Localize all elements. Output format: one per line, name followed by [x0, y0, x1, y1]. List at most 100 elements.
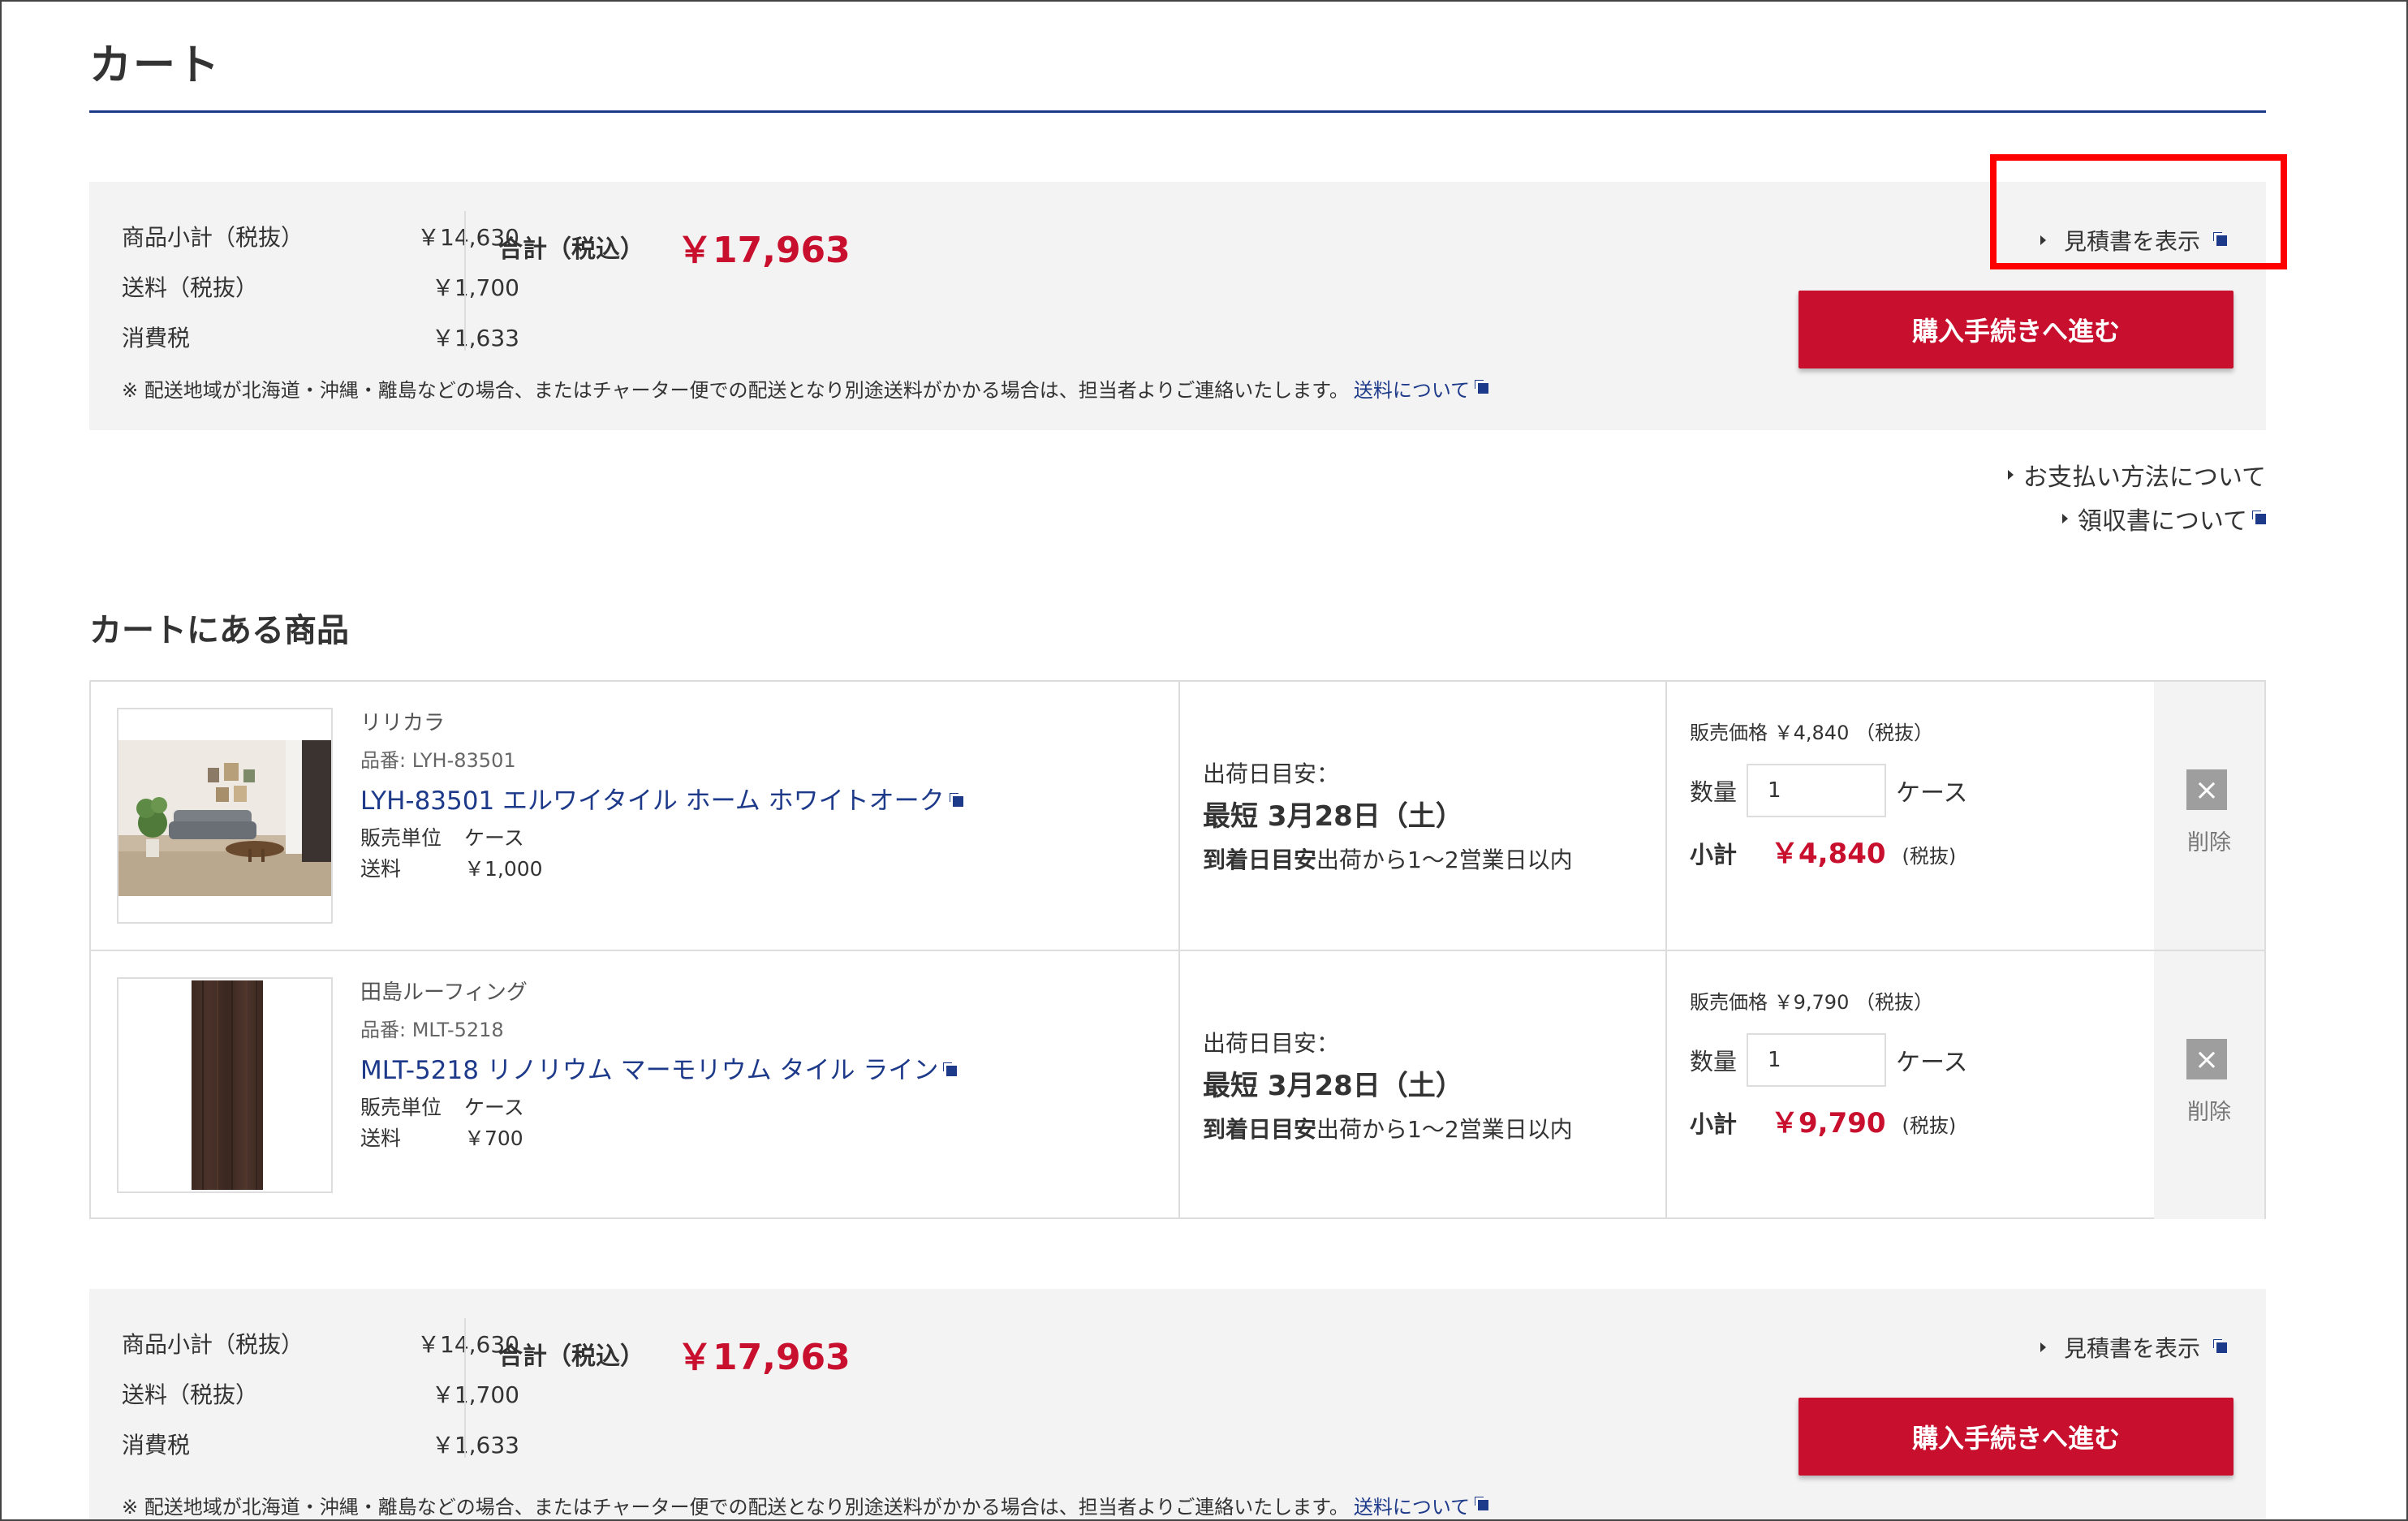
- external-window-icon: [2216, 1342, 2227, 1353]
- order-total: 合計（税込） ￥17,963: [498, 221, 851, 273]
- page-title: カート: [89, 41, 222, 90]
- product-image[interactable]: [117, 708, 333, 924]
- shipping-note: ※ 配送地域が北海道・沖縄・離島などの場合、またはチャーター便での配送となり別途…: [122, 1491, 1489, 1519]
- summary-label: 商品小計（税抜）: [122, 1331, 304, 1358]
- arrival-estimate: 到着日目安出荷から1〜2営業日以内: [1203, 838, 1573, 883]
- sales-unit: 販売単位 ケース: [360, 823, 963, 854]
- column-divider: [1665, 682, 1667, 950]
- checkout-button[interactable]: 購入手続きへ進む: [1798, 291, 2234, 368]
- living-room-photo: [118, 709, 331, 922]
- ship-estimate-label: 出荷日目安：: [1203, 760, 1340, 787]
- summary-breakdown: 商品小計（税抜） ￥14,630 送料（税抜） ￥1,700 消費税 ￥1,63…: [122, 1318, 519, 1469]
- sales-unit-label: 販売単位: [360, 1096, 442, 1119]
- external-window-icon: [946, 1065, 958, 1076]
- shipping-info-link[interactable]: 送料について: [1354, 374, 1470, 403]
- screenshot-frame: カート 商品小計（税抜） ￥14,630 送料（税抜） ￥1,700 消費税 ￥…: [0, 0, 2408, 1521]
- product-name-link[interactable]: LYH-83501 エルワイタイル ホーム ホワイトオーク: [360, 779, 963, 823]
- item-shipping: 送料 ￥1,000: [360, 854, 963, 885]
- quantity-unit: ケース: [1896, 1049, 1968, 1077]
- summary-row-shipping: 送料（税抜） ￥1,700: [122, 261, 519, 312]
- summary-value: ￥1,700: [431, 274, 519, 301]
- product-name: LYH-83501 エルワイタイル ホーム ホワイトオーク: [360, 786, 945, 816]
- product-name-link[interactable]: MLT-5218 リノリウム マーモリウム タイル ライン: [360, 1049, 958, 1092]
- order-summary-top: 商品小計（税抜） ￥14,630 送料（税抜） ￥1,700 消費税 ￥1,63…: [89, 182, 2266, 430]
- delete-button[interactable]: ×: [2186, 1039, 2227, 1079]
- sales-unit-value: ケース: [464, 826, 524, 850]
- shipping-note-text: ※ 配送地域が北海道・沖縄・離島などの場合、またはチャーター便での配送となり別途…: [122, 1496, 1349, 1519]
- delete-button[interactable]: ×: [2186, 769, 2227, 810]
- quantity-row: 数量 1 ケース: [1690, 1028, 1968, 1092]
- delete-label[interactable]: 削除: [2154, 825, 2264, 856]
- subtotal-tax-note: (税抜): [1902, 845, 1957, 868]
- delete-cell: × 削除: [2154, 951, 2264, 1219]
- external-window-icon: [1478, 383, 1489, 394]
- external-window-icon: [2255, 513, 2266, 524]
- item-subtotal: 小計 ￥9,790 (税抜): [1690, 1101, 1968, 1157]
- column-divider: [1178, 682, 1180, 950]
- column-divider: [1665, 951, 1667, 1219]
- product-image[interactable]: [117, 977, 333, 1193]
- summary-divider: [464, 211, 466, 351]
- checkout-button[interactable]: 購入手続きへ進む: [1798, 1398, 2234, 1476]
- product-info: リリカラ 品番: LYH-83501 LYH-83501 エルワイタイル ホーム…: [360, 704, 963, 885]
- product-brand: 田島ルーフィング: [360, 980, 528, 1005]
- arrival-estimate: 到着日目安出荷から1〜2営業日以内: [1203, 1107, 1573, 1153]
- summary-row-shipping: 送料（税抜） ￥1,700: [122, 1368, 519, 1419]
- summary-value: ￥1,633: [431, 1432, 519, 1459]
- close-icon: ×: [2194, 1042, 2220, 1076]
- view-quote-label: 見積書を表示: [2063, 1335, 2200, 1362]
- summary-row-tax: 消費税 ￥1,633: [122, 312, 519, 362]
- summary-divider: [464, 1318, 466, 1458]
- external-window-icon: [1478, 1500, 1489, 1510]
- cart-item: 田島ルーフィング 品番: MLT-5218 MLT-5218 リノリウム マーモ…: [91, 950, 2264, 1219]
- sales-unit: 販売単位 ケース: [360, 1092, 957, 1123]
- item-shipping-value: ￥700: [464, 1127, 523, 1150]
- receipt-info-label: 領収書について: [2077, 507, 2247, 536]
- quantity-label: 数量: [1690, 1048, 1738, 1075]
- shipping-info-link[interactable]: 送料について: [1354, 1491, 1470, 1519]
- triangle-bullet-icon: [2007, 470, 2014, 480]
- quantity-input[interactable]: 1: [1747, 1033, 1886, 1087]
- total-value: ￥17,963: [677, 230, 851, 271]
- quantity-input[interactable]: 1: [1747, 764, 1886, 817]
- close-icon: ×: [2194, 773, 2220, 807]
- subtotal-tax-note: (税抜): [1902, 1114, 1957, 1137]
- quantity-row: 数量 1 ケース: [1690, 758, 1968, 823]
- view-quote-link[interactable]: 見積書を表示: [2040, 1331, 2227, 1364]
- ship-estimate-date: 最短 3月28日（土）: [1203, 800, 1463, 833]
- payment-methods-link[interactable]: お支払い方法について: [2007, 453, 2266, 497]
- arrival-label: 到着日目安: [1203, 847, 1317, 873]
- delete-label[interactable]: 削除: [2154, 1094, 2264, 1126]
- total-label: 合計（税込）: [498, 1342, 644, 1371]
- ship-estimate-label: 出荷日目安：: [1203, 1030, 1340, 1057]
- triangle-bullet-icon: [2040, 1342, 2046, 1352]
- sales-unit-value: ケース: [464, 1096, 524, 1119]
- summary-value: ￥1,633: [431, 325, 519, 351]
- summary-row-subtotal: 商品小計（税抜） ￥14,630: [122, 211, 519, 261]
- highlight-annotation: [1990, 154, 2287, 269]
- product-brand: リリカラ: [360, 711, 446, 735]
- subtotal-label: 小計: [1690, 1110, 1738, 1138]
- receipt-info-link[interactable]: 領収書について: [2008, 497, 2266, 541]
- subtotal-value: ￥4,840: [1771, 838, 1886, 870]
- product-part-number: 品番: LYH-83501: [360, 749, 516, 772]
- item-shipping-label: 送料: [360, 857, 402, 881]
- product-info: 田島ルーフィング 品番: MLT-5218 MLT-5218 リノリウム マーモ…: [360, 974, 958, 1154]
- summary-label: 送料（税抜）: [122, 274, 259, 301]
- shipping-estimate: 出荷日目安： 最短 3月28日（土） 到着日目安出荷から1〜2営業日以内: [1203, 1023, 1573, 1153]
- summary-row-tax: 消費税 ￥1,633: [122, 1419, 519, 1469]
- subtotal-label: 小計: [1690, 841, 1738, 868]
- total-value: ￥17,963: [677, 1337, 851, 1378]
- unit-price: 販売価格 ￥9,790 （税抜）: [1690, 991, 1933, 1014]
- triangle-bullet-icon: [2061, 514, 2068, 524]
- arrival-value: 出荷から1〜2営業日以内: [1316, 847, 1573, 873]
- payment-methods-label: お支払い方法について: [2022, 463, 2266, 492]
- summary-label: 消費税: [122, 1432, 191, 1459]
- item-shipping-value: ￥1,000: [464, 857, 543, 881]
- price-block: 販売価格 ￥4,840 （税抜） 数量 1 ケース 小計 ￥4,840 (税抜): [1690, 713, 1968, 888]
- order-total: 合計（税込） ￥17,963: [498, 1328, 851, 1380]
- summary-label: 商品小計（税抜）: [122, 224, 304, 251]
- summary-breakdown: 商品小計（税抜） ￥14,630 送料（税抜） ￥1,700 消費税 ￥1,63…: [122, 211, 519, 362]
- summary-label: 消費税: [122, 325, 191, 351]
- shipping-estimate: 出荷日目安： 最短 3月28日（土） 到着日目安出荷から1〜2営業日以内: [1203, 753, 1573, 883]
